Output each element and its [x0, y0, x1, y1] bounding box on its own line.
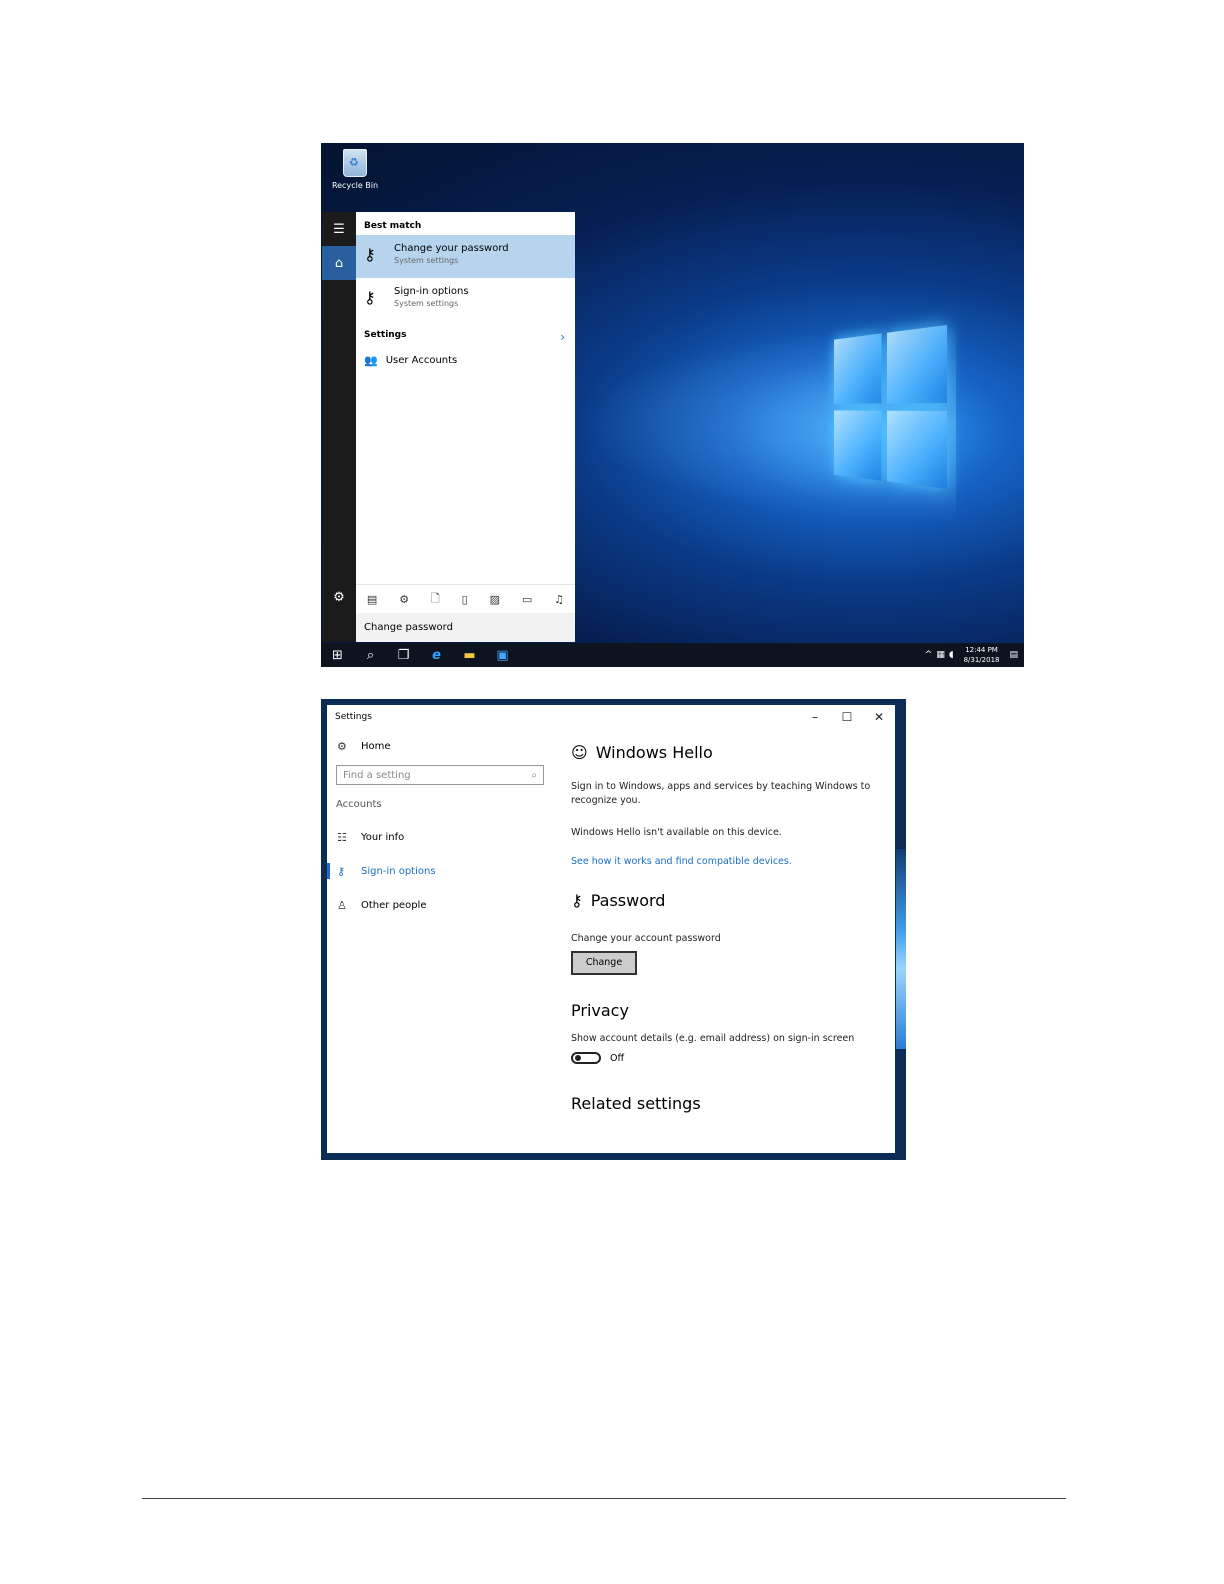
network-icon[interactable]: ▦	[936, 650, 945, 660]
documents-filter-icon[interactable]: 🗋	[431, 590, 440, 609]
result-title: Sign-in options	[394, 286, 469, 297]
chevron-right-icon: ›	[560, 330, 565, 344]
smiley-icon: ☺	[571, 743, 588, 762]
password-title: Password	[590, 891, 666, 910]
system-tray: ^ ▦ ◖ 12:44 PM 8/31/2018 ▤	[925, 645, 1024, 665]
taskbar: ⊞ ⌕ ❐ e ▬ ▣ ^ ▦ ◖ 12:44 PM 8/31/2018 ▤	[321, 643, 1024, 667]
result-user-accounts-label: User Accounts	[385, 355, 458, 366]
sidebar-item-your-info[interactable]: ☷ Your info	[327, 820, 557, 854]
settings-screenshot: Settings – ☐ ✕ ⚙ Home Find a setting ⌕ A…	[321, 699, 906, 1160]
folders-filter-icon[interactable]: ▯	[462, 593, 468, 606]
window-title: Settings	[335, 712, 372, 722]
person-icon: ♙	[337, 898, 347, 912]
search-icon[interactable]: ⌕	[354, 648, 387, 663]
hamburger-menu-icon[interactable]: ☰	[322, 212, 356, 246]
result-sign-in-options[interactable]: ⚷ Sign-in options System settings	[356, 278, 575, 320]
videos-filter-icon[interactable]: ▭	[522, 593, 532, 606]
title-bar: Settings – ☐ ✕	[327, 705, 895, 729]
sidebar-item-other-people[interactable]: ♙ Other people	[327, 888, 557, 922]
minimize-icon[interactable]: –	[799, 710, 831, 724]
related-settings-heading: Related settings	[571, 1094, 891, 1113]
key-icon: ⚷	[337, 864, 346, 878]
settings-window: Settings – ☐ ✕ ⚙ Home Find a setting ⌕ A…	[327, 705, 895, 1153]
settings-main: ☺ Windows Hello Sign in to Windows, apps…	[571, 729, 891, 1113]
sidebar-item-label: Sign-in options	[361, 865, 436, 877]
settings-gear-icon[interactable]: ⚙	[322, 580, 356, 614]
start-windows-icon[interactable]: ⊞	[321, 648, 354, 663]
volume-muted-icon[interactable]: ◖	[949, 650, 954, 660]
clock[interactable]: 12:44 PM 8/31/2018	[964, 645, 1000, 665]
find-setting-input[interactable]: Find a setting ⌕	[336, 765, 544, 785]
password-heading: ⚷ Password	[571, 891, 891, 910]
action-center-icon[interactable]: ▤	[1009, 650, 1018, 660]
change-password-button[interactable]: Change	[571, 951, 637, 975]
sidebar-home-label: Home	[361, 740, 391, 752]
person-list-icon: ☷	[337, 830, 347, 844]
result-title: Change your password	[394, 243, 509, 254]
windows-hello-title: Windows Hello	[595, 743, 713, 762]
page-footer-rule	[142, 1498, 1066, 1499]
accounts-section-label: Accounts	[336, 799, 382, 810]
windows-logo-wallpaper	[833, 325, 947, 491]
settings-section-header[interactable]: Settings ›	[356, 320, 575, 348]
recycle-bin-label: Recycle Bin	[331, 181, 379, 190]
close-icon[interactable]: ✕	[863, 710, 895, 724]
wallpaper-edge	[896, 849, 906, 1049]
file-explorer-icon[interactable]: ▬	[453, 648, 486, 663]
related-settings-title: Related settings	[571, 1094, 701, 1113]
settings-sidebar: ⚙ Home Find a setting ⌕ Accounts ☷ Your …	[327, 729, 557, 922]
best-match-header: Best match	[364, 221, 422, 231]
maximize-icon[interactable]: ☐	[831, 710, 863, 724]
start-rail: ☰ ⌂ ⚙	[322, 212, 356, 642]
home-icon[interactable]: ⌂	[322, 246, 356, 280]
chevron-up-icon[interactable]: ^	[925, 650, 933, 660]
sidebar-item-label: Your info	[361, 831, 405, 843]
privacy-description: Show account details (e.g. email address…	[571, 1033, 855, 1044]
clock-time: 12:44 PM	[965, 646, 998, 654]
user-accounts-icon: 👥	[364, 354, 378, 367]
internet-explorer-icon[interactable]: e	[420, 648, 453, 663]
photos-filter-icon[interactable]: ▨	[490, 593, 500, 606]
search-input[interactable]: Change password	[356, 613, 575, 642]
privacy-toggle-row: Off	[571, 1052, 891, 1064]
key-icon: ⚷	[571, 891, 583, 910]
sidebar-item-home[interactable]: ⚙ Home	[327, 729, 557, 763]
recycle-bin[interactable]: Recycle Bin	[327, 149, 383, 190]
sidebar-item-sign-in-options[interactable]: ⚷ Sign-in options	[327, 854, 557, 888]
windows-hello-heading: ☺ Windows Hello	[571, 743, 891, 762]
result-subtitle: System settings	[394, 256, 459, 265]
password-description: Change your account password	[571, 933, 721, 944]
apps-filter-icon[interactable]: ▤	[367, 593, 377, 606]
privacy-toggle[interactable]	[571, 1052, 601, 1064]
windows-hello-description: Sign in to Windows, apps and services by…	[571, 781, 871, 806]
privacy-title: Privacy	[571, 1001, 629, 1020]
key-icon: ⚷	[364, 245, 376, 264]
privacy-toggle-state: Off	[610, 1052, 625, 1064]
settings-section-label: Settings	[364, 330, 407, 340]
result-subtitle: System settings	[394, 299, 459, 308]
privacy-heading: Privacy	[571, 1001, 891, 1020]
clock-date: 8/31/2018	[963, 656, 1000, 664]
result-user-accounts[interactable]: 👥 User Accounts	[356, 348, 575, 373]
result-change-password[interactable]: ⚷ Change your password System settings	[356, 235, 575, 278]
compatible-devices-link[interactable]: See how it works and find compatible dev…	[571, 856, 891, 867]
sidebar-item-label: Other people	[361, 899, 427, 911]
recycle-bin-icon	[343, 149, 367, 177]
settings-filter-icon[interactable]: ⚙	[399, 593, 409, 606]
key-icon: ⚷	[364, 288, 376, 307]
search-icon: ⌕	[531, 769, 537, 781]
search-filter-bar: ▤ ⚙ 🗋 ▯ ▨ ▭ ♫	[356, 584, 575, 613]
windows-hello-unavailable: Windows Hello isn't available on this de…	[571, 827, 782, 838]
search-results-panel: Best match ⚷ Change your password System…	[356, 212, 575, 642]
music-filter-icon[interactable]: ♫	[554, 593, 564, 606]
server-manager-icon[interactable]: ▣	[486, 648, 519, 663]
find-setting-placeholder: Find a setting	[343, 769, 411, 781]
desktop-screenshot: Recycle Bin ☰ ⌂ ⚙ Best match ⚷ Change yo…	[321, 143, 1024, 667]
gear-icon: ⚙	[337, 739, 347, 753]
task-view-icon[interactable]: ❐	[387, 648, 420, 663]
